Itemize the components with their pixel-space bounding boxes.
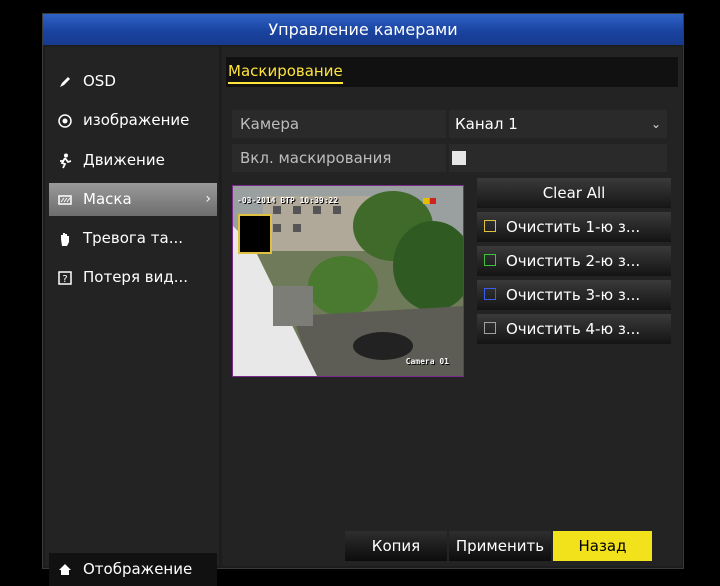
mask-icon: [55, 183, 75, 216]
running-man-icon: [55, 144, 75, 177]
back-button[interactable]: Назад: [553, 531, 652, 561]
enable-mask-field: [449, 144, 667, 172]
chevron-down-icon: ⌄: [650, 117, 661, 131]
area-4-color-swatch: [484, 322, 496, 334]
enable-mask-checkbox[interactable]: [452, 151, 466, 165]
camera-management-window: Управление камерами OSD изображение Движ…: [42, 13, 684, 586]
video-loss-icon: ?: [55, 261, 75, 294]
area-2-color-swatch: [484, 254, 496, 266]
sidebar-item-image[interactable]: изображение: [49, 104, 217, 137]
copy-button[interactable]: Копия: [345, 531, 447, 561]
clear-area-4-button[interactable]: Очистить 4-ю з...: [477, 314, 671, 344]
sidebar-item-label: Маска: [83, 190, 132, 208]
clear-area-4-label: Очистить 4-ю з...: [506, 320, 641, 338]
svg-text:?: ?: [62, 274, 67, 285]
clear-area-2-label: Очистить 2-ю з...: [506, 252, 641, 270]
area-1-color-swatch: [484, 220, 496, 232]
clear-area-1-label: Очистить 1-ю з...: [506, 218, 641, 236]
clear-area-3-label: Очистить 3-ю з...: [506, 286, 641, 304]
home-icon: [55, 553, 75, 586]
camera-label: Камера: [232, 110, 446, 138]
clear-area-3-button[interactable]: Очистить 3-ю з...: [477, 280, 671, 310]
enable-mask-label: Вкл. маскирования: [232, 144, 446, 172]
sidebar: OSD изображение Движение Маска › Тревога…: [45, 47, 219, 586]
sidebar-item-osd[interactable]: OSD: [49, 65, 217, 98]
camera-select[interactable]: Канал 1 ⌄: [449, 110, 667, 138]
display-label: Отображение: [83, 560, 193, 578]
camera-select-value: Канал 1: [455, 115, 518, 133]
osd-datetime: -03-2014 ВТР 10:39:22: [237, 196, 339, 205]
sidebar-item-mask[interactable]: Маска ›: [49, 183, 217, 216]
tab-bar: Маскирование: [226, 57, 678, 87]
window-title: Управление камерами: [43, 14, 683, 45]
mask-area-1[interactable]: [238, 214, 272, 254]
area-3-color-swatch: [484, 288, 496, 300]
sidebar-item-label: изображение: [83, 111, 190, 129]
display-button[interactable]: Отображение: [49, 553, 217, 586]
clear-all-button[interactable]: Clear All: [477, 178, 671, 208]
image-adjust-icon: [55, 104, 75, 137]
osd-camera-name: Camera 01: [405, 357, 449, 366]
camera-preview[interactable]: -03-2014 ВТР 10:39:22 Camera 01: [232, 185, 464, 377]
clear-area-1-button[interactable]: Очистить 1-ю з...: [477, 212, 671, 242]
sidebar-item-tamper[interactable]: Тревога та...: [49, 222, 217, 255]
sidebar-item-label: OSD: [83, 72, 116, 90]
hand-icon: [55, 222, 75, 255]
chevron-right-icon: ›: [205, 191, 211, 207]
sidebar-item-motion[interactable]: Движение: [49, 144, 217, 177]
main-panel: Маскирование Камера Канал 1 ⌄ Вкл. маски…: [222, 47, 682, 566]
sidebar-item-video-loss[interactable]: ? Потеря вид...: [49, 261, 217, 294]
sidebar-item-label: Тревога та...: [83, 229, 184, 247]
clear-area-2-button[interactable]: Очистить 2-ю з...: [477, 246, 671, 276]
brush-icon: [55, 65, 75, 98]
tab-privacy-mask[interactable]: Маскирование: [228, 61, 343, 84]
apply-button[interactable]: Применить: [449, 531, 551, 561]
sidebar-item-label: Потеря вид...: [83, 268, 188, 286]
sidebar-item-label: Движение: [83, 151, 165, 169]
